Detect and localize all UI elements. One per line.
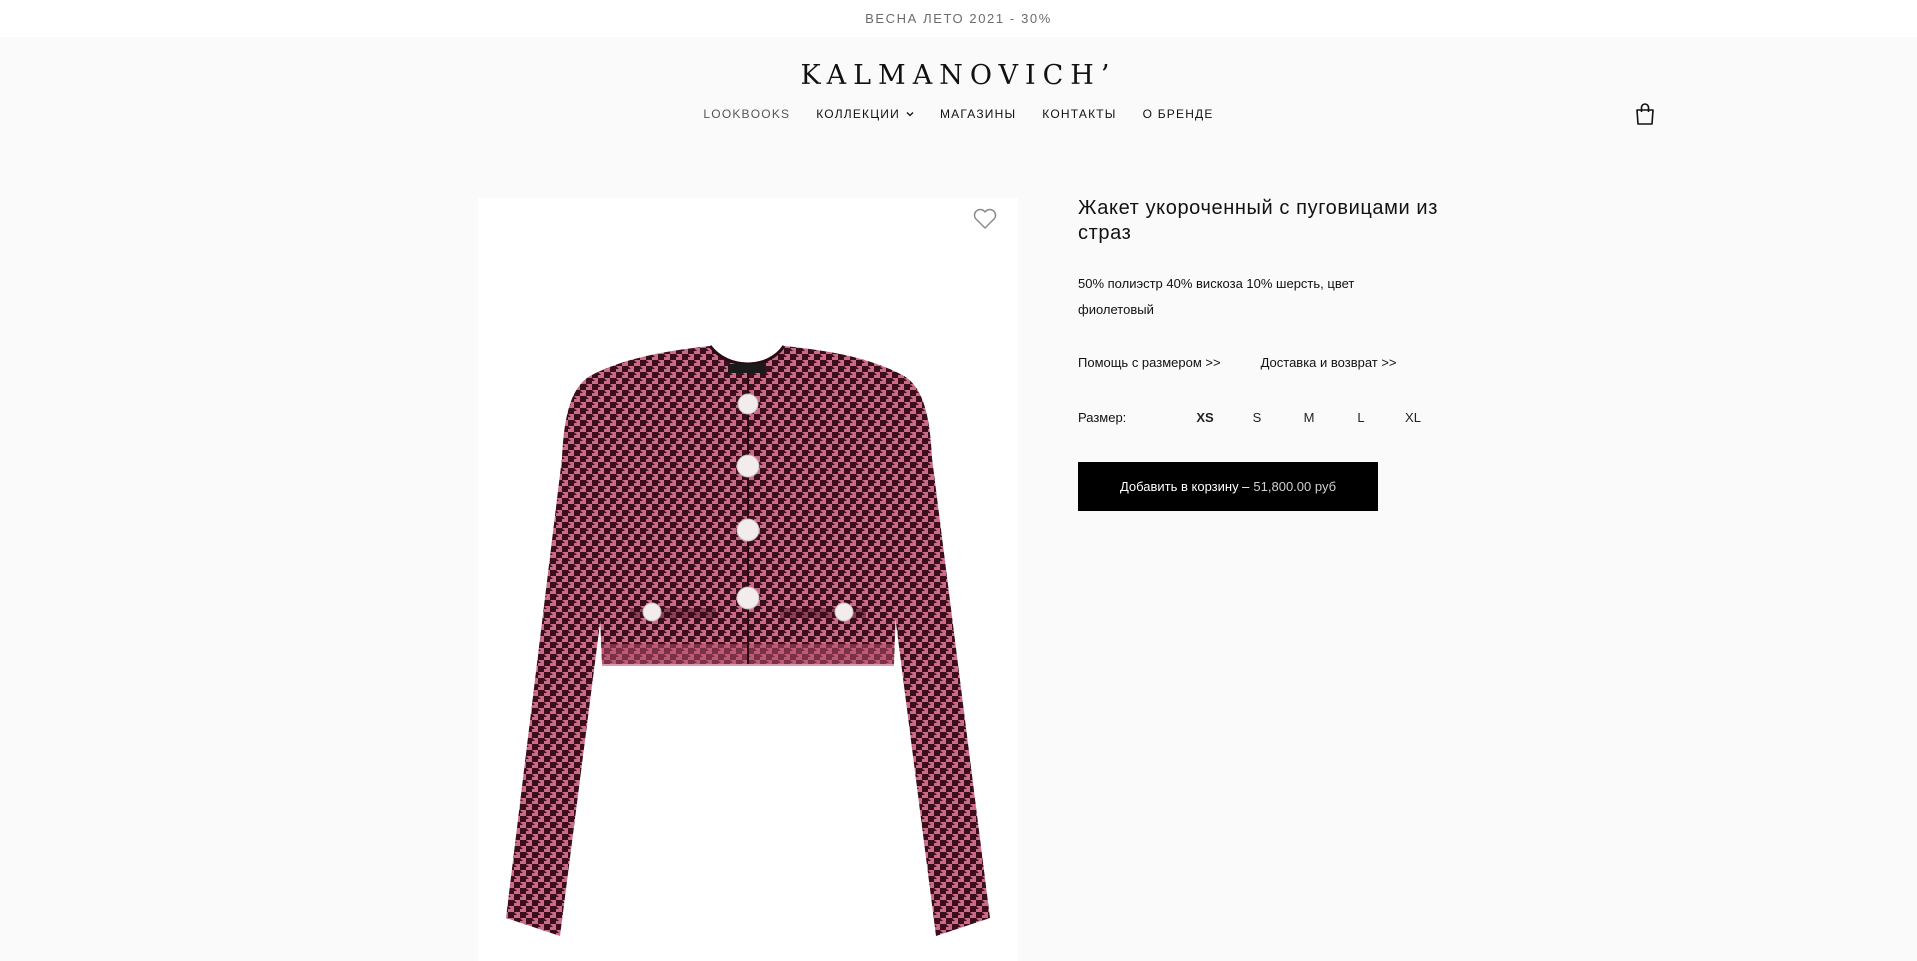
chevron-down-icon bbox=[906, 112, 914, 117]
size-option-s[interactable]: S bbox=[1231, 410, 1283, 425]
nav-collections-label: КОЛЛЕКЦИИ bbox=[816, 107, 900, 121]
product-title: Жакет укороченный с пуговицами из страз bbox=[1078, 197, 1438, 244]
size-options: XS S M L XL bbox=[1179, 410, 1439, 425]
nav-stores[interactable]: МАГАЗИНЫ bbox=[940, 107, 1016, 121]
delivery-link[interactable]: Доставка и возврат >> bbox=[1261, 355, 1397, 370]
size-option-xs[interactable]: XS bbox=[1179, 410, 1231, 425]
add-to-cart-label: Добавить в корзину – bbox=[1119, 479, 1250, 494]
size-option-l[interactable]: L bbox=[1335, 410, 1387, 425]
size-selector: Размер: XS S M L XL bbox=[1078, 410, 1439, 425]
product-links: Помощь с размером >> Доставка и возврат … bbox=[1078, 355, 1397, 370]
nav-lookbooks[interactable]: LOOKBOOKS bbox=[703, 107, 790, 121]
shopping-bag-icon[interactable] bbox=[1634, 102, 1656, 126]
nav-about[interactable]: О БРЕНДЕ bbox=[1143, 107, 1214, 121]
heart-icon[interactable] bbox=[972, 207, 998, 231]
main-nav: LOOKBOOKS КОЛЛЕКЦИИ МАГАЗИНЫ КОНТАКТЫ О … bbox=[0, 107, 1917, 121]
nav-collections[interactable]: КОЛЛЕКЦИИ bbox=[816, 107, 914, 121]
nav-contacts[interactable]: КОНТАКТЫ bbox=[1042, 107, 1116, 121]
add-to-cart-button[interactable]: Добавить в корзину – 51,800.00 руб bbox=[1078, 462, 1378, 511]
brand-logo[interactable]: KALMANOVICH’ bbox=[0, 60, 1917, 91]
size-help-link[interactable]: Помощь с размером >> bbox=[1078, 355, 1221, 370]
size-option-xl[interactable]: XL bbox=[1387, 410, 1439, 425]
product-image[interactable] bbox=[478, 198, 1018, 961]
jacket-illustration bbox=[506, 345, 990, 936]
promo-text: ВЕСНА ЛЕТО 2021 - 30% bbox=[865, 11, 1052, 26]
price: 51,800.00 руб bbox=[1253, 479, 1337, 494]
size-option-m[interactable]: M bbox=[1283, 410, 1335, 425]
product-composition: 50% полиэстр 40% вискоза 10% шерсть, цве… bbox=[1078, 276, 1355, 317]
size-label: Размер: bbox=[1078, 410, 1127, 425]
promo-banner: ВЕСНА ЛЕТО 2021 - 30% bbox=[0, 0, 1917, 37]
